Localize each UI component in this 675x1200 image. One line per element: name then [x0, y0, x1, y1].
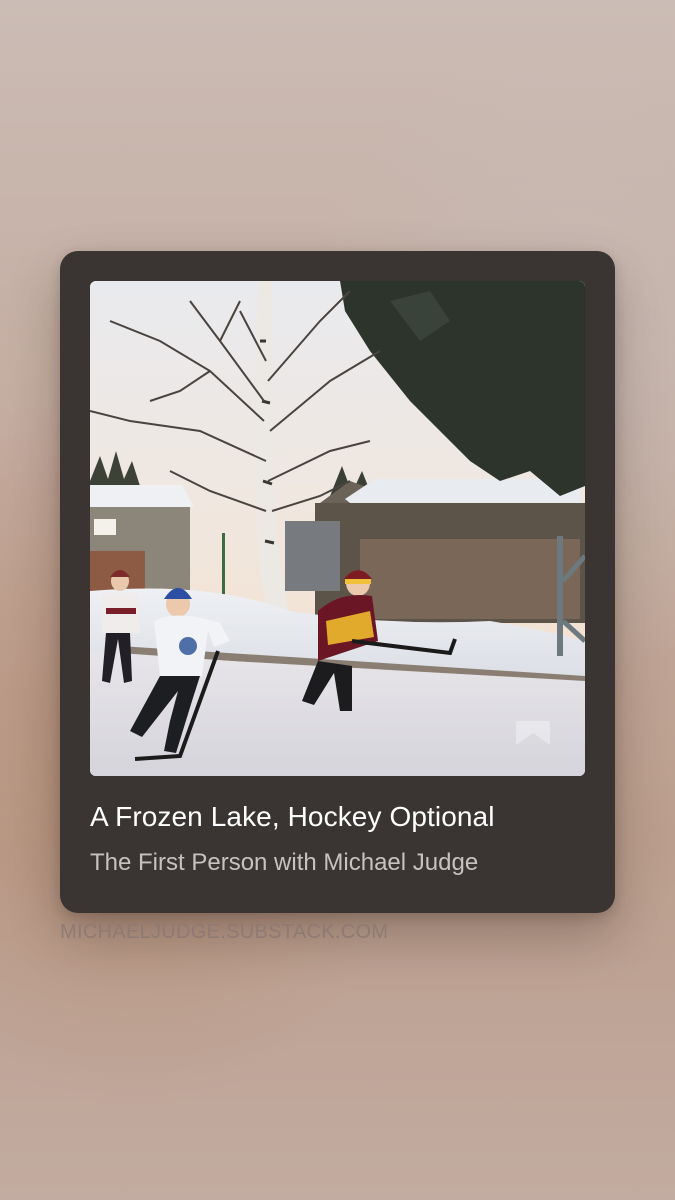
- bookmark-icon[interactable]: [516, 721, 550, 745]
- hockey-photo-illustration: [90, 281, 585, 776]
- article-cover-image[interactable]: [90, 281, 585, 776]
- publication-name: The First Person with Michael Judge: [90, 849, 479, 876]
- source-domain[interactable]: MICHAELJUDGE.SUBSTACK.COM: [60, 918, 388, 946]
- article-card[interactable]: A Frozen Lake, Hockey Optional The First…: [60, 251, 615, 913]
- post-title[interactable]: A Frozen Lake, Hockey Optional: [90, 799, 590, 835]
